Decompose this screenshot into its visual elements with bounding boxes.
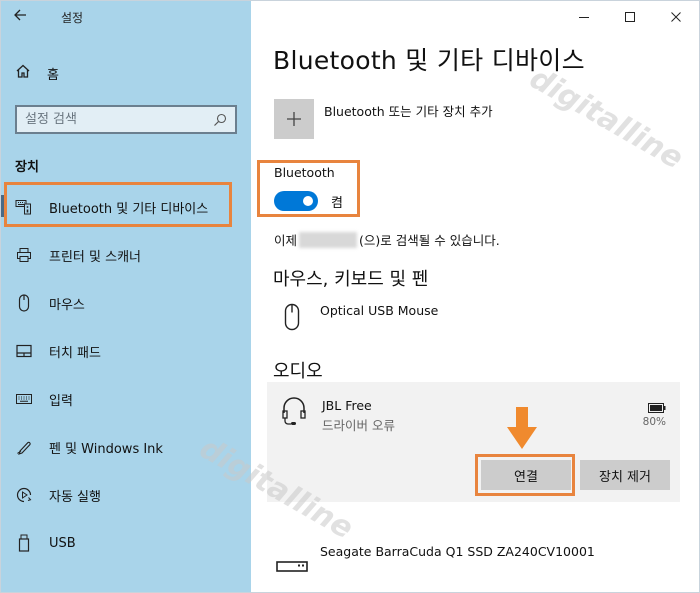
sidebar-item-label: 마우스 xyxy=(49,297,85,313)
mouse-icon xyxy=(274,303,310,339)
section-title-devices: 장치 xyxy=(15,160,39,175)
remove-device-button[interactable]: 장치 제거 xyxy=(580,460,670,490)
minimize-icon xyxy=(579,17,589,18)
discoverable-text: 이제 (으)로 검색될 수 있습니다. xyxy=(274,230,500,249)
sidebar-item-label: 입력 xyxy=(49,393,73,409)
selection-indicator xyxy=(1,195,4,217)
maximize-icon xyxy=(625,12,635,22)
discover-suffix: (으)로 검색될 수 있습니다. xyxy=(359,233,500,248)
settings-window: 설정 홈 장치 Bluetooth 및 기타 디바이스 xyxy=(0,0,700,593)
sidebar-item-usb[interactable]: USB xyxy=(1,519,251,567)
sidebar-item-home[interactable]: 홈 xyxy=(15,63,59,83)
home-icon xyxy=(15,63,33,83)
bluetooth-devices-icon xyxy=(15,198,33,216)
battery-level: 80% xyxy=(642,416,666,428)
headset-icon xyxy=(281,396,307,430)
discover-prefix: 이제 xyxy=(274,233,298,248)
sidebar-item-label: 자동 실행 xyxy=(49,489,101,505)
sidebar-item-label: 프린터 및 스캐너 xyxy=(49,249,141,265)
sidebar-item-autoplay[interactable]: 자동 실행 xyxy=(1,471,251,519)
home-label: 홈 xyxy=(47,67,59,83)
connect-button[interactable]: 연결 xyxy=(481,460,571,490)
sidebar: 설정 홈 장치 Bluetooth 및 기타 디바이스 xyxy=(1,1,251,592)
device-name: Seagate BarraCuda Q1 SSD ZA240CV10001 xyxy=(320,544,595,559)
section-heading-audio: 오디오 xyxy=(273,361,323,382)
device-item-selected[interactable]: JBL Free 드라이버 오류 80% 연결 장치 제거 xyxy=(267,382,680,502)
sidebar-nav: Bluetooth 및 기타 디바이스 프린터 및 스캐너 마우스 터치 패드 xyxy=(1,183,251,567)
add-device-label: Bluetooth 또는 기타 장치 추가 xyxy=(324,104,493,119)
sidebar-item-mouse[interactable]: 마우스 xyxy=(1,279,251,327)
drive-icon xyxy=(274,548,310,584)
section-heading-mouse: 마우스, 키보드 및 펜 xyxy=(273,269,429,290)
usb-icon xyxy=(15,534,33,552)
sidebar-item-bluetooth[interactable]: Bluetooth 및 기타 디바이스 xyxy=(1,183,251,231)
window-controls xyxy=(561,1,699,33)
keyboard-icon xyxy=(15,390,33,408)
plus-icon xyxy=(274,99,314,139)
sidebar-item-printers[interactable]: 프린터 및 스캐너 xyxy=(1,231,251,279)
add-device-button[interactable]: Bluetooth 또는 기타 장치 추가 xyxy=(274,99,493,139)
device-name: JBL Free xyxy=(322,398,372,413)
sidebar-item-label: 펜 및 Windows Ink xyxy=(49,441,163,457)
maximize-button[interactable] xyxy=(607,1,653,33)
sidebar-item-typing[interactable]: 입력 xyxy=(1,375,251,423)
close-button[interactable] xyxy=(653,1,699,33)
sidebar-item-pen[interactable]: 펜 및 Windows Ink xyxy=(1,423,251,471)
app-title: 설정 xyxy=(61,11,84,25)
highlight-annotation xyxy=(257,160,360,217)
mouse-icon xyxy=(15,294,33,312)
minimize-button[interactable] xyxy=(561,1,607,33)
touchpad-icon xyxy=(15,342,33,360)
arrow-down-annotation-icon xyxy=(507,407,537,449)
autoplay-icon xyxy=(15,486,33,504)
pen-icon xyxy=(15,438,33,456)
battery-icon xyxy=(648,398,666,417)
arrow-left-icon xyxy=(14,9,26,21)
search-input[interactable] xyxy=(25,112,213,127)
settings-search[interactable] xyxy=(15,105,237,134)
sidebar-item-label: 터치 패드 xyxy=(49,345,101,361)
device-status: 드라이버 오류 xyxy=(322,418,395,433)
back-button[interactable] xyxy=(13,7,37,27)
device-name: Optical USB Mouse xyxy=(320,303,439,318)
close-icon xyxy=(671,12,681,22)
redacted-device-name xyxy=(299,231,358,248)
sidebar-item-label: Bluetooth 및 기타 디바이스 xyxy=(49,201,209,217)
device-item[interactable]: Optical USB Mouse xyxy=(274,303,438,339)
search-icon[interactable] xyxy=(213,113,227,127)
page-title: Bluetooth 및 기타 디바이스 xyxy=(273,46,585,75)
main-content: Bluetooth 및 기타 디바이스 Bluetooth 또는 기타 장치 추… xyxy=(251,1,699,592)
sidebar-item-label: USB xyxy=(49,535,76,551)
device-item[interactable]: Seagate BarraCuda Q1 SSD ZA240CV10001 xyxy=(274,544,595,584)
sidebar-item-touchpad[interactable]: 터치 패드 xyxy=(1,327,251,375)
printer-icon xyxy=(15,246,33,264)
